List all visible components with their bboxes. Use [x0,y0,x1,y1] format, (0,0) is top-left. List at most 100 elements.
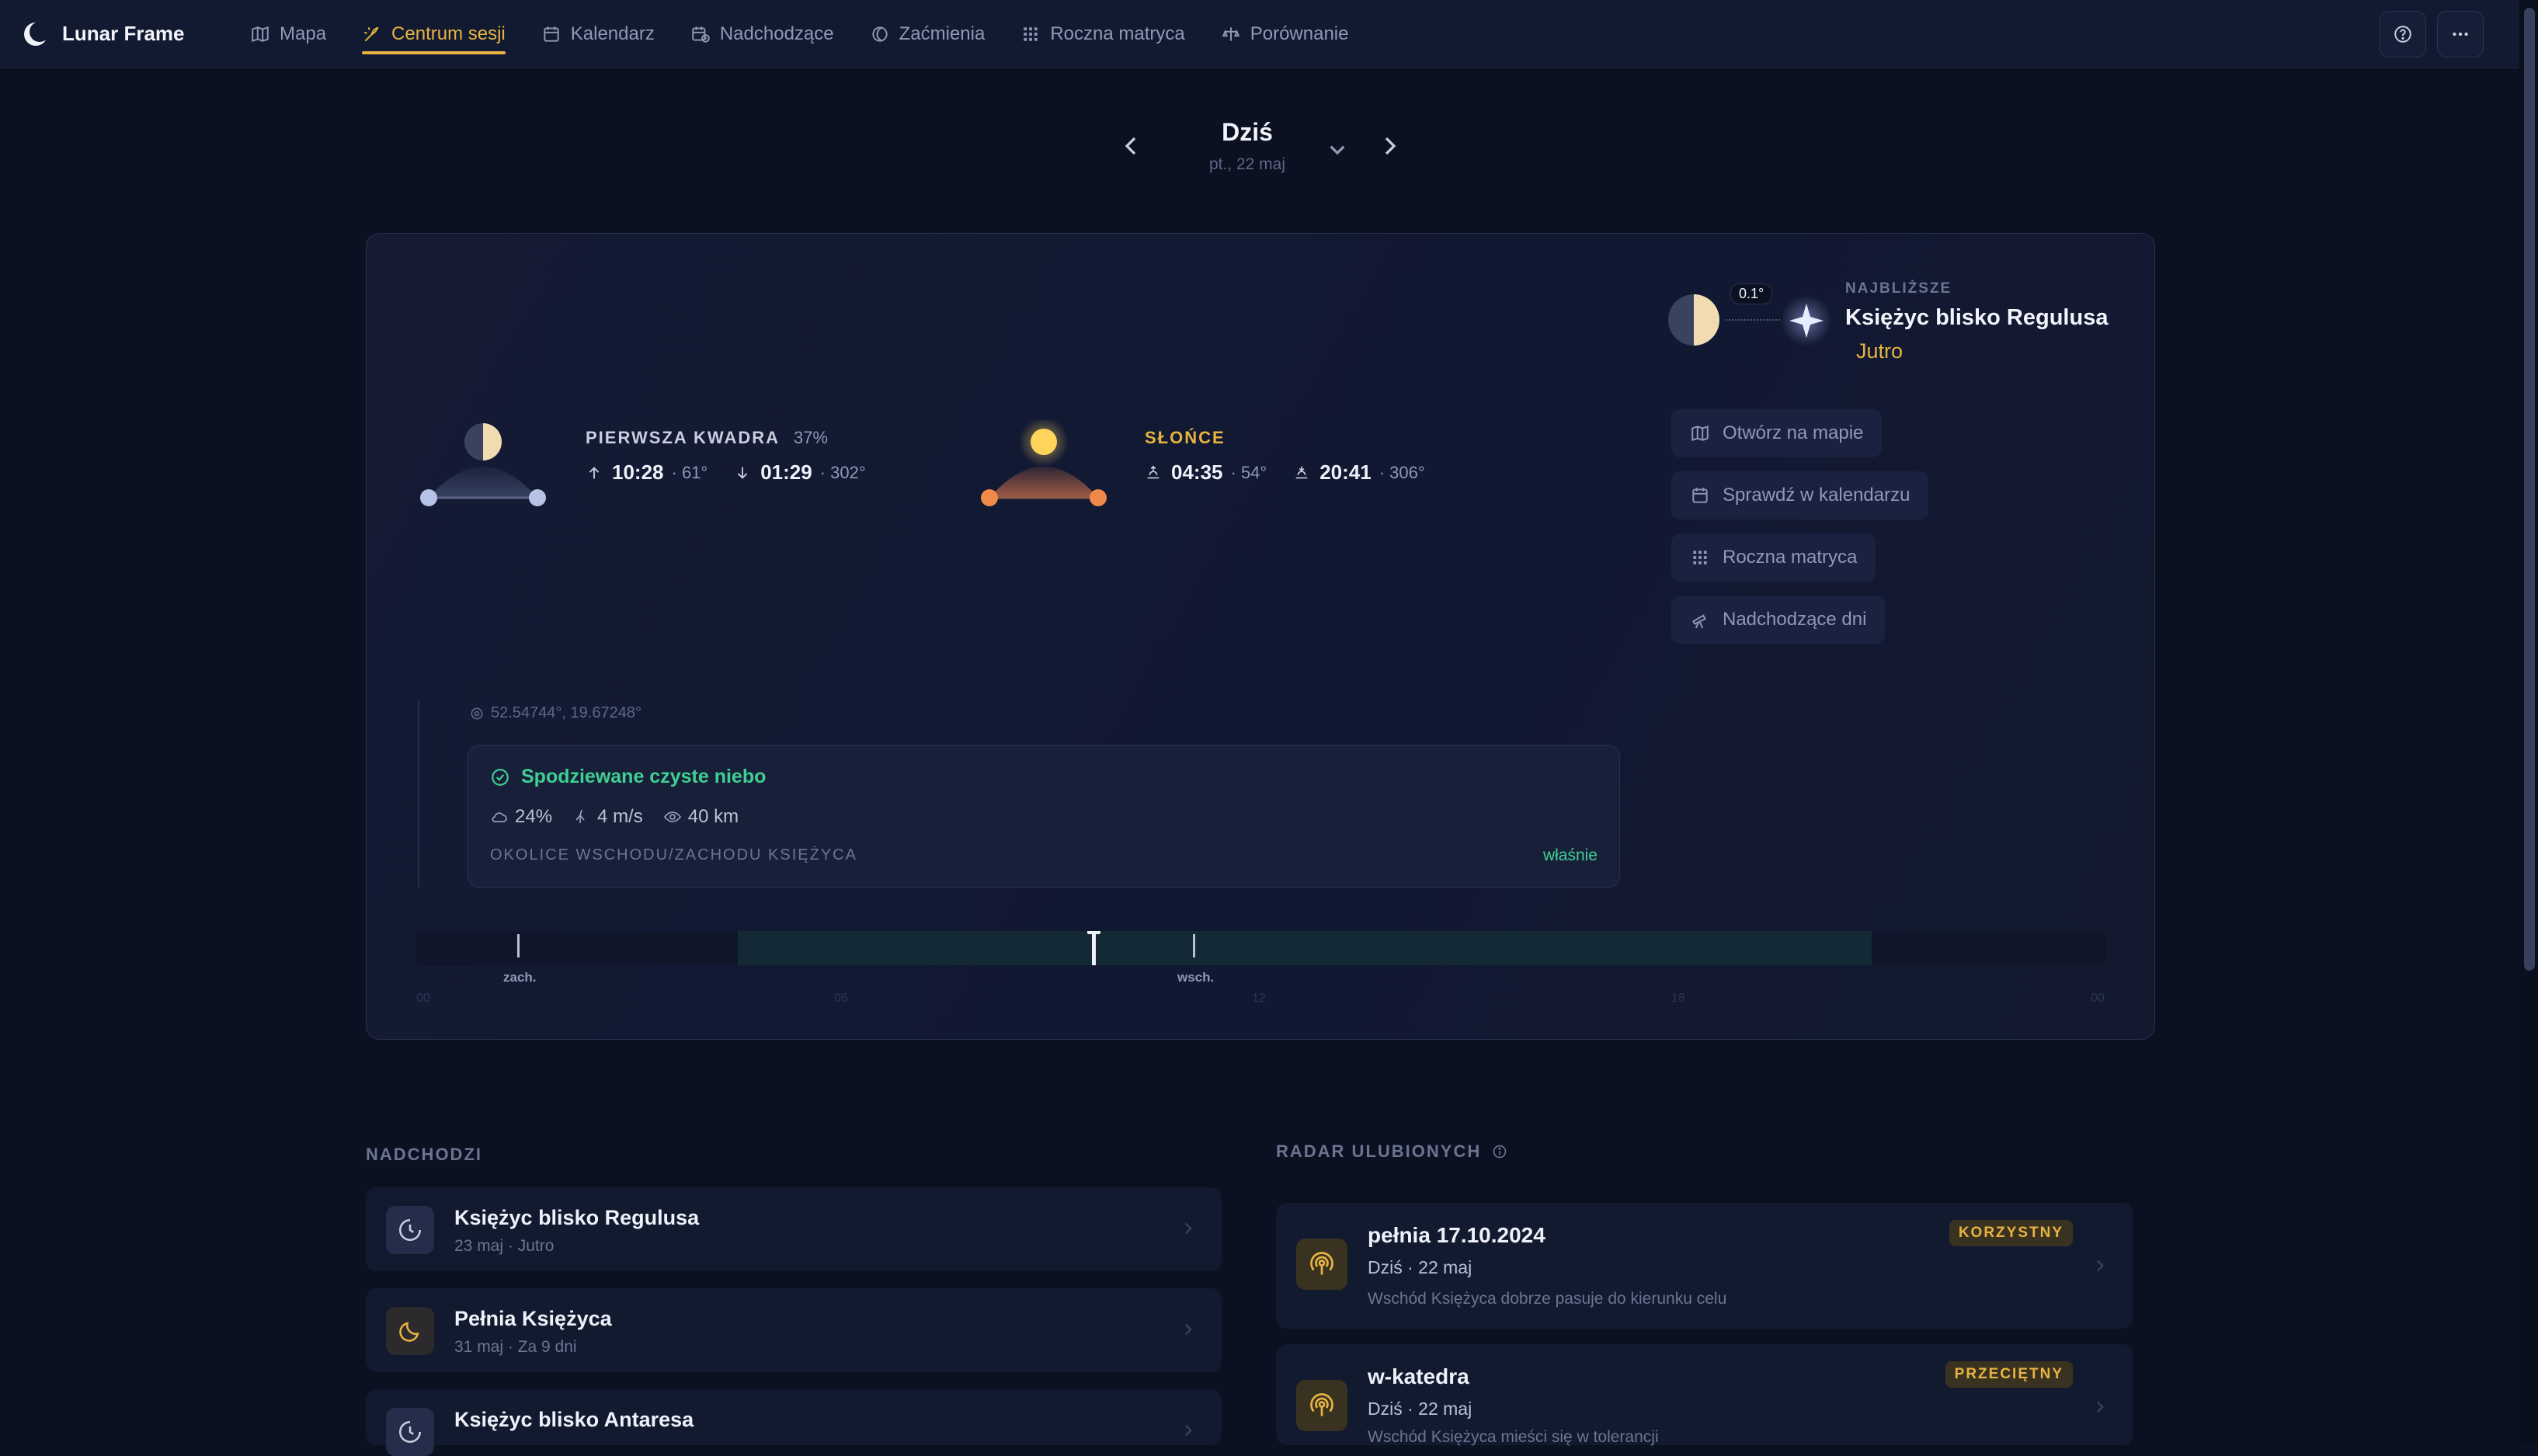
arrow-up-icon [589,466,600,478]
map-icon [252,26,269,42]
calendar-icon [1692,488,1708,503]
star-icon [1781,295,1832,346]
upcoming-sub: 23 maj · Jutro [454,1237,555,1255]
favorite-desc: Wschód Księżyca dobrze pasuje do kierunk… [1368,1290,1727,1308]
sun-label: SŁOŃCE [1145,428,1226,447]
weather-title-text: Spodziewane czyste niebo [521,766,767,787]
tab-centrum-sesji[interactable]: Centrum sesji [345,0,523,68]
more-button[interactable] [2437,11,2484,57]
weather-note: OKOLICE WSCHODU/ZACHODU KSIĘŻYCA [490,846,857,864]
moon-illumination: 37% [794,428,829,447]
conjunction-line [1726,319,1780,321]
favorite-item[interactable]: w-katedra Dziś · 22 maj Wschód Księżyca … [1276,1344,2133,1446]
favorite-title: w-katedra [1368,1364,1469,1388]
action-label: Sprawdź w kalendarzu [1723,485,1910,506]
moon-arc-icon [420,423,546,506]
eclipse-icon [871,26,888,42]
upcoming-days-button[interactable]: Nadchodzące dni [1671,596,1886,644]
favorite-desc: Wschód Księżyca mieści się w tolerancji [1368,1428,1659,1446]
quick-actions: Otwórz na mapie Sprawdź w kalendarzu Roc… [1671,409,1929,658]
weather-panel: Spodziewane czyste niebo 24% 4 m/s 40 km… [468,745,1620,888]
weather-stats: 24% 4 m/s 40 km [490,806,759,828]
cloud-cover: 24% [515,806,553,827]
favorite-title: pełnia 17.10.2024 [1368,1223,1545,1247]
action-label: Otwórz na mapie [1723,422,1864,443]
map-icon [1691,425,1709,442]
moonset-marker-label: zach. [503,970,537,985]
nearest-caption: NAJBLIŻSZE [1845,280,1952,297]
top-bar: Lunar Frame Mapa Centrum sesji Kalendarz… [0,0,2538,68]
app-logo[interactable]: Lunar Frame [23,21,233,47]
rating-badge: KORZYSTNY [1949,1220,2073,1246]
moon-phase-label: PIERWSZA KWADRA [586,428,780,447]
chevron-left-icon[interactable] [1115,130,1146,162]
nearest-title[interactable]: Księżyc blisko Regulusa [1845,305,2108,331]
moon-icon [399,1322,419,1342]
caption-text: NADCHODZI [366,1145,482,1164]
help-button[interactable] [2380,11,2426,57]
main-nav: Mapa Centrum sesji Kalendarz Nadchodzące… [233,0,1367,68]
open-on-map-button[interactable]: Otwórz na mapie [1671,409,1883,457]
moonrise-marker [1193,934,1195,957]
sun-info: SŁOŃCE 04:35 · 54° 20:41 · 306° [1145,428,1452,485]
sunrise-azimuth: · 54° [1230,462,1267,482]
page-scrollbar[interactable] [2519,0,2538,1445]
tab-roczna-matryca[interactable]: Roczna matryca [1003,0,1201,68]
tab-nadchodzace[interactable]: Nadchodzące [673,0,851,68]
tab-kalendarz[interactable]: Kalendarz [524,0,672,68]
sunset-icon [1295,466,1308,478]
date-subtitle: pt., 22 maj [1208,155,1286,173]
info-icon[interactable] [1492,1144,1507,1159]
upcoming-caption: NADCHODZI [366,1145,482,1165]
session-icon [363,26,379,41]
wind-speed: 4 m/s [597,806,643,827]
grid-icon [1693,551,1707,565]
chevron-down-icon[interactable] [1322,134,1353,165]
upcoming-item[interactable]: Księżyc blisko Regulusa 23 maj · Jutro [366,1187,1222,1271]
upcoming-item[interactable]: Księżyc blisko Antaresa [366,1389,1222,1456]
tab-label: Zaćmienia [899,23,986,44]
arrow-down-icon [738,467,748,479]
wind-icon [575,809,585,823]
rating-badge: PRZECIĘTNY [1945,1361,2073,1388]
visibility: 40 km [687,806,739,827]
conjunction-icon [398,1420,422,1444]
moonrise-time: 10:28 [612,460,664,484]
section-divider [418,700,419,888]
daylight-band [738,931,1872,965]
tab-label: Porównanie [1250,23,1349,44]
tab-porownanie[interactable]: Porównanie [1204,0,1366,68]
hour-tick: 18 [1671,992,1685,1005]
coords-text: 52.54744°, 19.67248° [491,704,641,721]
chevron-right-icon[interactable] [1375,130,1406,162]
moonset-time: 01:29 [760,460,812,484]
yearly-matrix-button[interactable]: Roczna matryca [1671,533,1876,582]
favorite-item[interactable]: pełnia 17.10.2024 Dziś · 22 maj Wschód K… [1276,1203,2133,1329]
sunset-azimuth: · 306° [1379,462,1425,482]
session-card: PIERWSZA KWADRA 37% 10:28 · 61° 01:29 · 3… [366,233,2155,1040]
chevron-right-icon [2096,1260,2104,1272]
weather-updated: właśnie [1542,846,1598,864]
now-marker[interactable] [1087,931,1100,965]
tab-mapa[interactable]: Mapa [233,0,343,68]
day-timeline[interactable] [416,931,2106,965]
favorites-caption: RADAR ULUBIONYCH [1276,1142,1507,1162]
tab-zacmienia[interactable]: Zaćmienia [853,0,1003,68]
sunrise-time: 04:35 [1171,460,1223,484]
favorite-sub: Dziś · 22 maj [1368,1399,1472,1419]
chevron-right-icon [1184,1323,1192,1336]
upcoming-icon [386,1408,434,1456]
top-actions [2380,11,2484,57]
scrollbar-thumb[interactable] [2524,8,2535,971]
check-calendar-button[interactable]: Sprawdź w kalendarzu [1671,471,1929,520]
date-navigator: Dziś pt., 22 maj [0,109,2519,186]
chevron-right-icon [2096,1401,2104,1413]
chevron-right-icon [1184,1424,1192,1437]
hour-tick: 06 [834,992,848,1005]
chevron-right-icon [1184,1222,1192,1235]
favorite-sub: Dziś · 22 maj [1368,1257,1472,1277]
tab-label: Mapa [280,23,327,44]
upcoming-item[interactable]: Pełnia Księżyca 31 maj · Za 9 dni [366,1288,1222,1372]
date-title[interactable]: Dziś [1170,118,1325,147]
telescope-icon [1691,614,1706,629]
